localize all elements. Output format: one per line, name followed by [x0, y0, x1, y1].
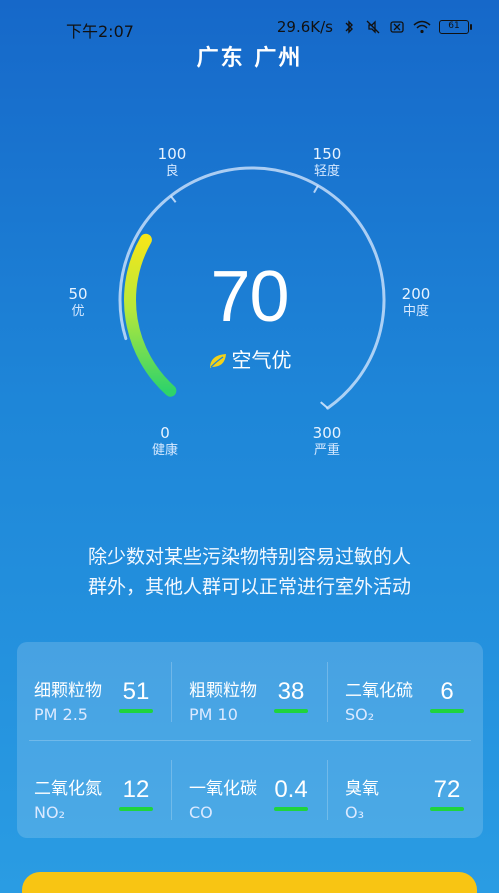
pollutant-code: CO — [189, 803, 213, 822]
pollutant-name: 一氧化碳 — [189, 779, 257, 799]
advice-line-1: 除少数对某些污染物特别容易过敏的人 — [87, 546, 411, 568]
pollutant-code: PM 2.5 — [34, 705, 88, 724]
tick-label-0: 0 健康 — [151, 424, 178, 458]
gauge-tick-mark — [313, 185, 319, 194]
pollutant-name: 粗颗粒物 — [189, 681, 257, 701]
pollutant-name: 二氧化氮 — [34, 779, 102, 799]
pollutant-value: 38 — [277, 678, 305, 705]
pollutant-o3[interactable]: 臭氧 O₃ 72 — [328, 740, 478, 838]
pollutant-name: 细颗粒物 — [34, 681, 102, 701]
pollutant-code: O₃ — [345, 803, 365, 822]
health-advice: 除少数对某些污染物特别容易过敏的人 群外，其他人群可以正常进行室外活动 — [0, 542, 499, 602]
pollutant-code: SO₂ — [345, 705, 375, 724]
pollutant-so2[interactable]: 二氧化硫 SO₂ 6 — [328, 642, 478, 740]
aqi-quality: 空气优 — [0, 344, 499, 373]
pollutant-level-bar — [274, 807, 308, 811]
aqi-quality-text: 空气优 — [231, 348, 292, 372]
pollutant-name: 二氧化硫 — [345, 681, 413, 701]
aqi-value: 70 — [210, 257, 289, 337]
bottom-action-button[interactable] — [22, 872, 477, 893]
pollutant-value: 12 — [122, 776, 150, 803]
pollutant-value: 51 — [122, 678, 150, 705]
pollutant-card: 细颗粒物 PM 2.5 51 粗颗粒物 PM 10 38 二氧化硫 SO₂ 6 … — [17, 642, 483, 838]
pollutant-level-bar — [119, 807, 153, 811]
pollutant-no2[interactable]: 二氧化氮 NO₂ 12 — [17, 740, 167, 838]
pollutant-value: 0.4 — [274, 776, 308, 803]
pollutant-co[interactable]: 一氧化碳 CO 0.4 — [172, 740, 322, 838]
pollutant-level-bar — [274, 709, 308, 713]
aqi-gauge: 0 健康 50 优 100 良 150 轻度 200 中度 300 严重 70 … — [0, 0, 499, 520]
pollutant-pm10[interactable]: 粗颗粒物 PM 10 38 — [172, 642, 322, 740]
pollutant-code: PM 10 — [189, 705, 238, 724]
pollutant-value: 6 — [440, 678, 454, 705]
pollutant-level-bar — [430, 709, 464, 713]
pollutant-name: 臭氧 — [345, 779, 379, 799]
advice-line-2: 群外，其他人群可以正常进行室外活动 — [87, 576, 411, 598]
gauge-tick-mark — [169, 195, 177, 203]
gauge-end-mark — [320, 401, 329, 409]
tick-label-300: 300 严重 — [312, 424, 342, 458]
pollutant-code: NO₂ — [34, 803, 65, 822]
leaf-icon — [209, 354, 226, 368]
pollutant-level-bar — [119, 709, 153, 713]
tick-label-150: 150 轻度 — [312, 145, 342, 179]
tick-label-100: 100 良 — [157, 145, 187, 179]
pollutant-level-bar — [430, 807, 464, 811]
pollutant-pm25[interactable]: 细颗粒物 PM 2.5 51 — [17, 642, 167, 740]
pollutant-value: 72 — [433, 776, 461, 803]
